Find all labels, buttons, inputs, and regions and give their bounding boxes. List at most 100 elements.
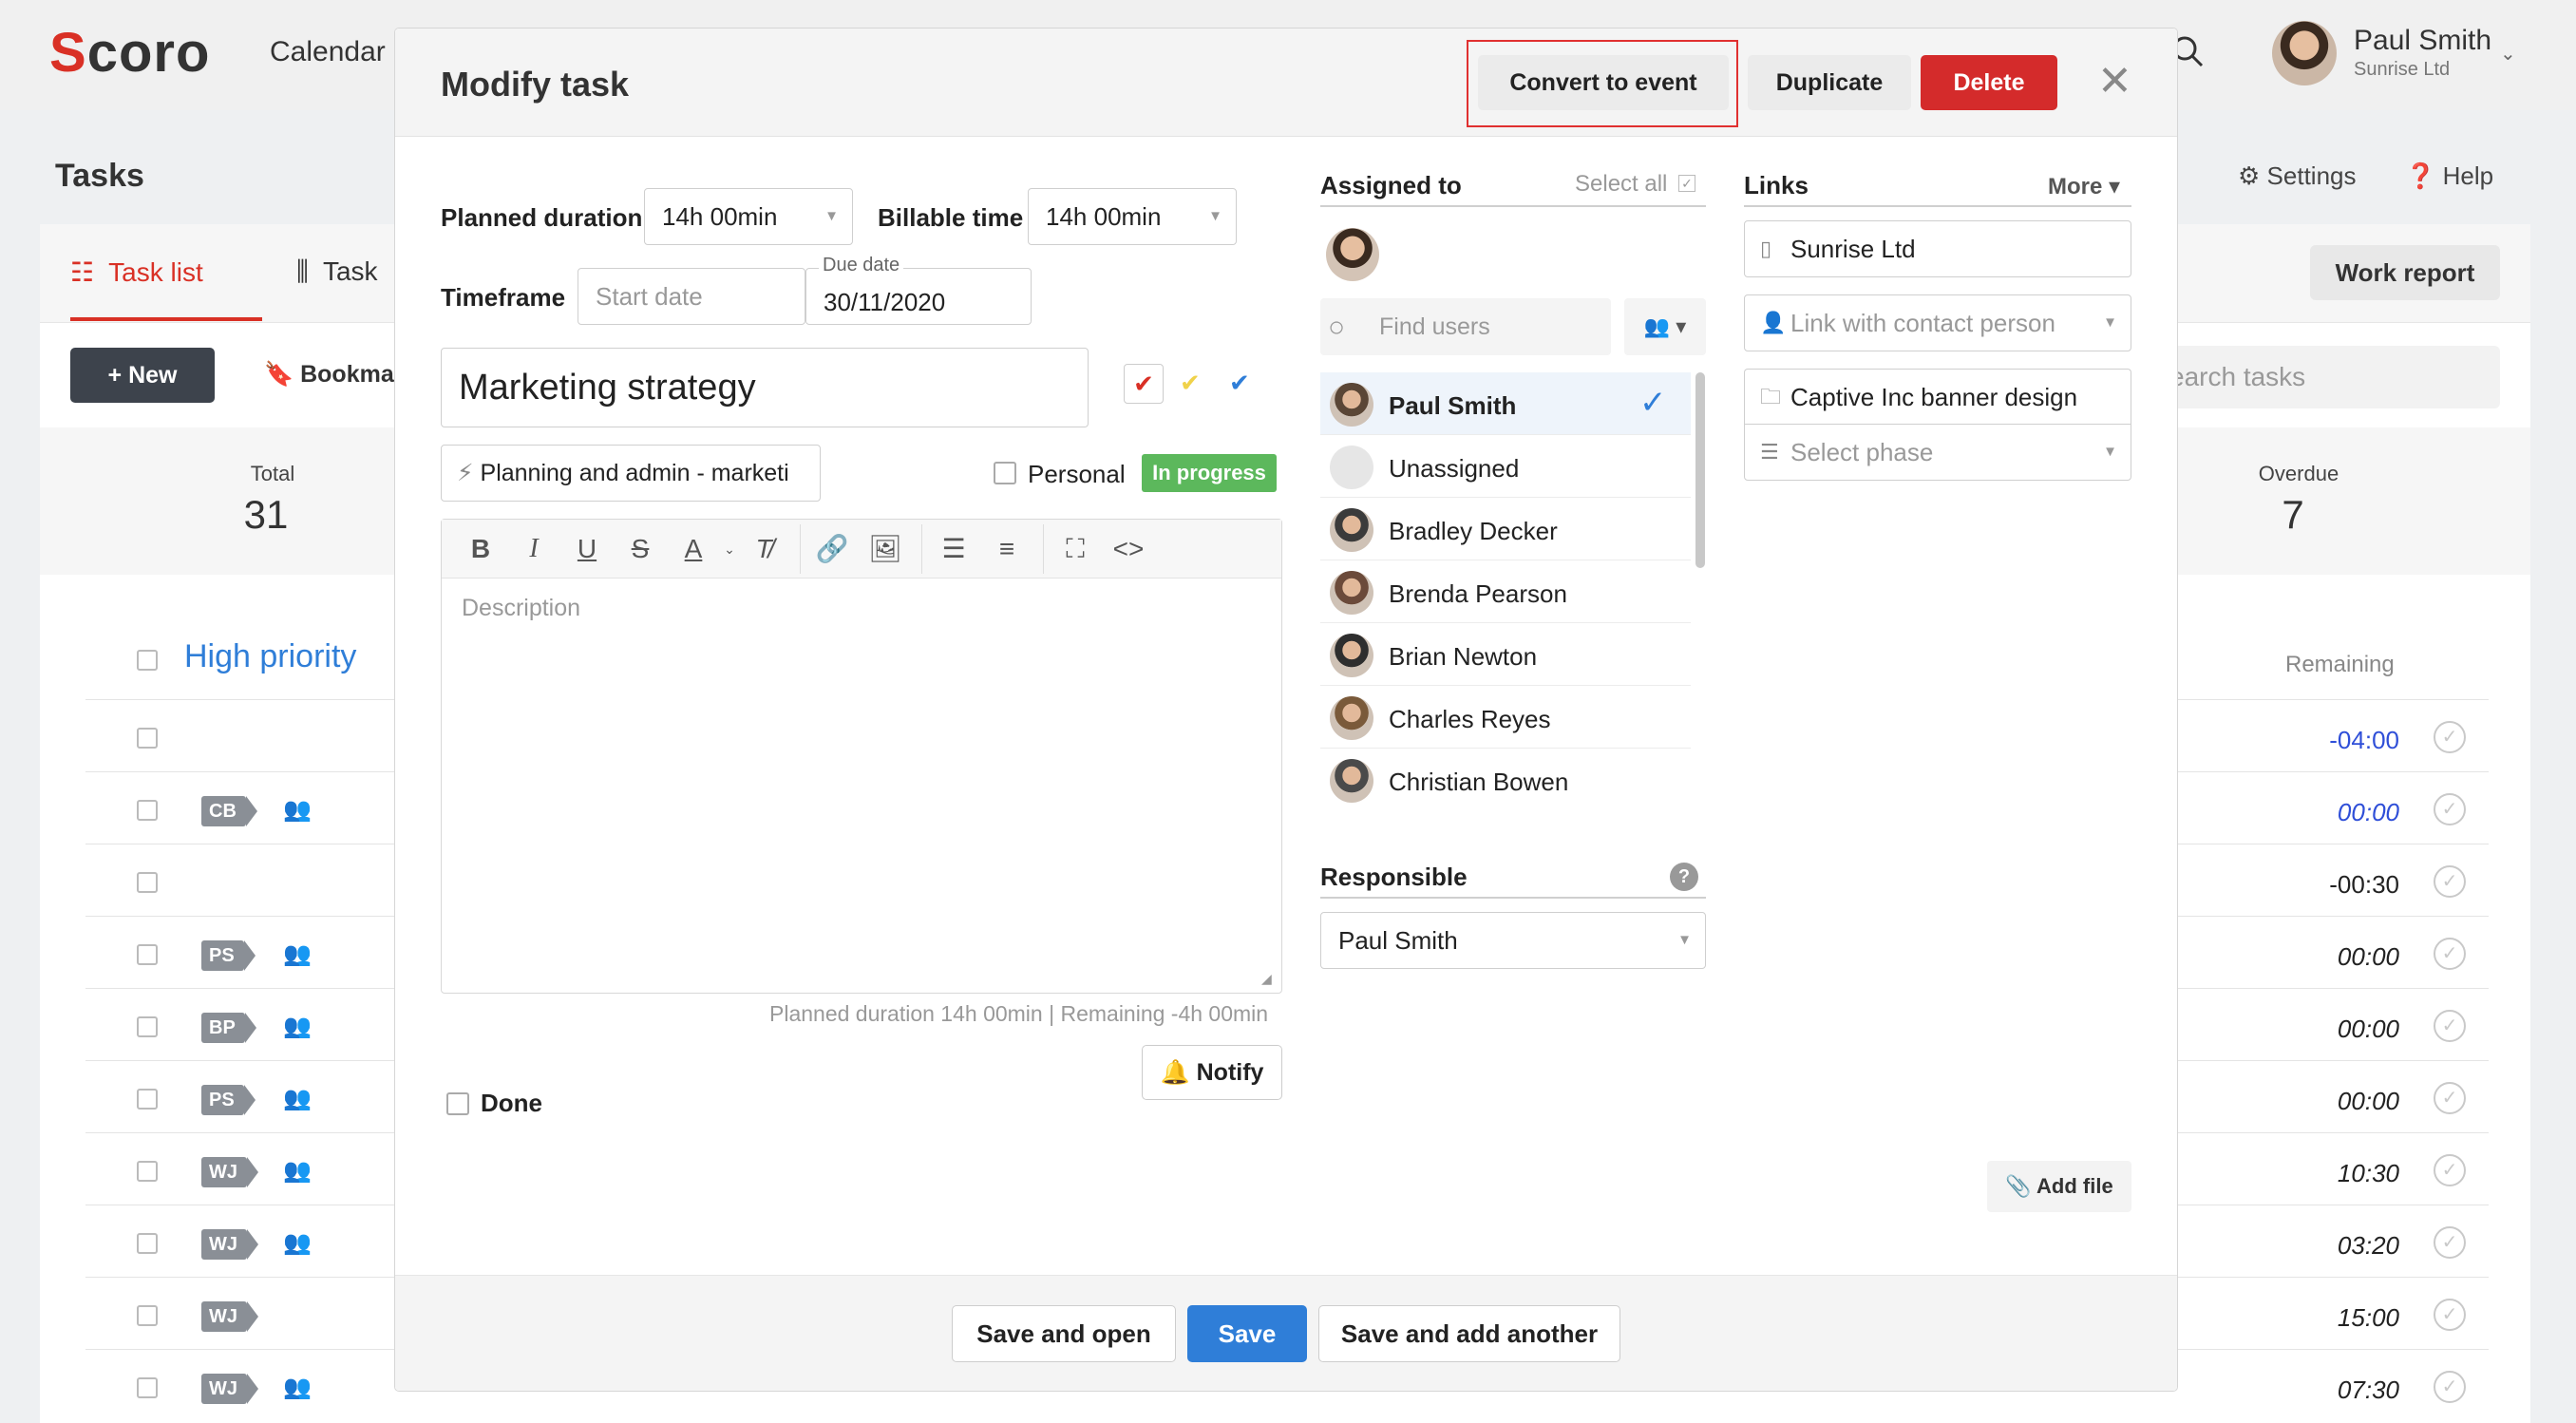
row-checkbox[interactable] bbox=[137, 1377, 158, 1398]
clear-format-icon[interactable]: T̸ bbox=[745, 530, 783, 568]
link-icon[interactable]: 🔗 bbox=[813, 530, 851, 568]
new-button[interactable]: + New bbox=[70, 348, 215, 403]
duplicate-button[interactable]: Duplicate bbox=[1748, 55, 1911, 110]
save-button[interactable]: Save bbox=[1187, 1305, 1307, 1362]
start-date-input[interactable]: Start date bbox=[578, 268, 805, 325]
priority-red-check[interactable]: ✔ bbox=[1124, 364, 1164, 404]
bold-icon[interactable]: B bbox=[462, 530, 500, 568]
user-list-item[interactable]: Unassigned bbox=[1320, 435, 1691, 498]
work-report-button[interactable]: Work report bbox=[2310, 245, 2500, 300]
user-list-item[interactable]: Charles Reyes bbox=[1320, 686, 1691, 749]
row-checkbox[interactable] bbox=[137, 944, 158, 965]
bookmark-button[interactable]: 🔖 Bookmar bbox=[264, 361, 403, 389]
underline-icon[interactable]: U bbox=[568, 530, 606, 568]
users-icon: 👥 bbox=[283, 941, 312, 967]
status-badge[interactable]: In progress bbox=[1142, 454, 1277, 492]
complete-check-icon[interactable]: ✓ bbox=[2434, 1154, 2466, 1186]
row-checkbox[interactable] bbox=[137, 1161, 158, 1182]
assignee-tag[interactable]: WJ bbox=[201, 1301, 258, 1332]
planned-duration-select[interactable]: 14h 00min ▼ bbox=[644, 188, 853, 245]
close-icon[interactable]: ✕ bbox=[2097, 61, 2132, 103]
assignee-tag[interactable]: WJ bbox=[201, 1229, 258, 1260]
task-name-input[interactable]: Marketing strategy bbox=[441, 348, 1089, 427]
project-link-field[interactable]: 🗀 Captive Inc banner design bbox=[1744, 369, 2131, 426]
assignee-tag[interactable]: CB bbox=[201, 796, 257, 826]
group-title[interactable]: High priority bbox=[184, 638, 356, 675]
add-file-button[interactable]: 📎 Add file bbox=[1987, 1161, 2131, 1212]
row-checkbox[interactable] bbox=[137, 1305, 158, 1326]
select-all-link[interactable]: Select all bbox=[1575, 171, 1667, 198]
complete-check-icon[interactable]: ✓ bbox=[2434, 1226, 2466, 1259]
user-group-filter[interactable]: 👥 ▾ bbox=[1624, 298, 1706, 355]
user-list-item[interactable]: Bradley Decker bbox=[1320, 498, 1691, 560]
due-date-input[interactable]: 30/11/2020 bbox=[805, 268, 1032, 325]
help-icon[interactable]: ? bbox=[1670, 863, 1698, 891]
assignee-tag[interactable]: WJ bbox=[201, 1157, 258, 1187]
personal-checkbox[interactable] bbox=[994, 462, 1016, 484]
tab-task[interactable]: ⫼ Task bbox=[296, 256, 378, 288]
assignee-tag[interactable]: PS bbox=[201, 940, 256, 971]
code-icon[interactable]: <> bbox=[1109, 530, 1147, 568]
nav-calendar[interactable]: Calendar bbox=[270, 36, 386, 68]
description-editor[interactable] bbox=[441, 519, 1282, 994]
delete-button[interactable]: Delete bbox=[1921, 55, 2057, 110]
save-and-add-another-button[interactable]: Save and add another bbox=[1318, 1305, 1620, 1362]
user-list-item[interactable]: Paul Smith ✓ bbox=[1320, 372, 1691, 435]
chevron-down-icon[interactable]: ⌄ bbox=[710, 530, 748, 568]
complete-check-icon[interactable]: ✓ bbox=[2434, 793, 2466, 825]
assigned-user-avatar[interactable] bbox=[1326, 228, 1379, 281]
assignee-tag[interactable]: WJ bbox=[201, 1374, 258, 1404]
row-checkbox[interactable] bbox=[137, 872, 158, 893]
complete-check-icon[interactable]: ✓ bbox=[2434, 865, 2466, 898]
row-checkbox[interactable] bbox=[137, 1233, 158, 1254]
complete-check-icon[interactable]: ✓ bbox=[2434, 938, 2466, 970]
find-users-input[interactable]: Find users bbox=[1320, 298, 1611, 355]
user-list-item[interactable]: Brian Newton bbox=[1320, 623, 1691, 686]
complete-check-icon[interactable]: ✓ bbox=[2434, 721, 2466, 753]
phase-select[interactable]: ☰ Select phase ▼ bbox=[1744, 424, 2131, 481]
select-all-checkbox[interactable]: ✓ bbox=[1678, 175, 1695, 192]
save-and-open-button[interactable]: Save and open bbox=[952, 1305, 1176, 1362]
company-link-field[interactable]: ▯ Sunrise Ltd bbox=[1744, 220, 2131, 277]
search-tasks-input[interactable]: earch tasks bbox=[2166, 346, 2500, 408]
complete-check-icon[interactable]: ✓ bbox=[2434, 1371, 2466, 1403]
activity-select[interactable]: ⚡ Planning and admin - marketi bbox=[441, 445, 821, 502]
resize-handle-icon[interactable]: ◢ bbox=[1261, 971, 1272, 987]
settings-link[interactable]: ⚙ Settings bbox=[2238, 161, 2357, 191]
complete-check-icon[interactable]: ✓ bbox=[2434, 1299, 2466, 1331]
chevron-down-icon[interactable]: ⌄ bbox=[2500, 42, 2516, 66]
user-avatar[interactable] bbox=[2272, 21, 2337, 85]
assignee-tag[interactable]: BP bbox=[201, 1013, 256, 1043]
user-name[interactable]: Paul Smith bbox=[2354, 25, 2491, 57]
italic-icon[interactable]: I bbox=[515, 530, 553, 568]
responsible-select[interactable]: Paul Smith ▼ bbox=[1320, 912, 1706, 969]
complete-check-icon[interactable]: ✓ bbox=[2434, 1082, 2466, 1114]
image-icon[interactable]: 🖼 bbox=[866, 530, 904, 568]
fullscreen-icon[interactable]: ⛶ bbox=[1056, 530, 1094, 568]
strikethrough-icon[interactable]: S bbox=[621, 530, 659, 568]
more-dropdown[interactable]: More ▾ bbox=[2048, 173, 2120, 200]
user-list-item[interactable]: Christian Bowen bbox=[1320, 749, 1691, 809]
billable-time-select[interactable]: 14h 00min ▼ bbox=[1028, 188, 1237, 245]
scoro-logo[interactable]: Scoro bbox=[49, 21, 210, 85]
row-checkbox[interactable] bbox=[137, 1016, 158, 1037]
row-checkbox[interactable] bbox=[137, 800, 158, 821]
assignee-tag[interactable]: PS bbox=[201, 1085, 256, 1115]
priority-yellow-check[interactable]: ✔ bbox=[1180, 369, 1201, 398]
user-list-item[interactable]: Brenda Pearson bbox=[1320, 560, 1691, 623]
text-color-icon[interactable]: A bbox=[674, 530, 712, 568]
row-checkbox[interactable] bbox=[137, 1089, 158, 1110]
notify-button[interactable]: 🔔 Notify bbox=[1142, 1045, 1282, 1100]
row-checkbox[interactable] bbox=[137, 728, 158, 749]
contact-person-select[interactable]: 👤 Link with contact person ▼ bbox=[1744, 294, 2131, 351]
tab-task-list[interactable]: ☷ Task list bbox=[70, 256, 203, 288]
help-link[interactable]: ❓ Help bbox=[2405, 161, 2493, 191]
complete-check-icon[interactable]: ✓ bbox=[2434, 1010, 2466, 1042]
bullet-list-icon[interactable]: ☰ bbox=[935, 530, 973, 568]
numbered-list-icon[interactable]: ≡ bbox=[988, 530, 1026, 568]
convert-to-event-button[interactable]: Convert to event bbox=[1478, 55, 1729, 110]
group-checkbox[interactable] bbox=[137, 650, 158, 671]
priority-blue-check[interactable]: ✔ bbox=[1229, 369, 1250, 398]
user-list-scrollbar[interactable] bbox=[1695, 372, 1705, 568]
done-checkbox[interactable] bbox=[446, 1092, 469, 1115]
